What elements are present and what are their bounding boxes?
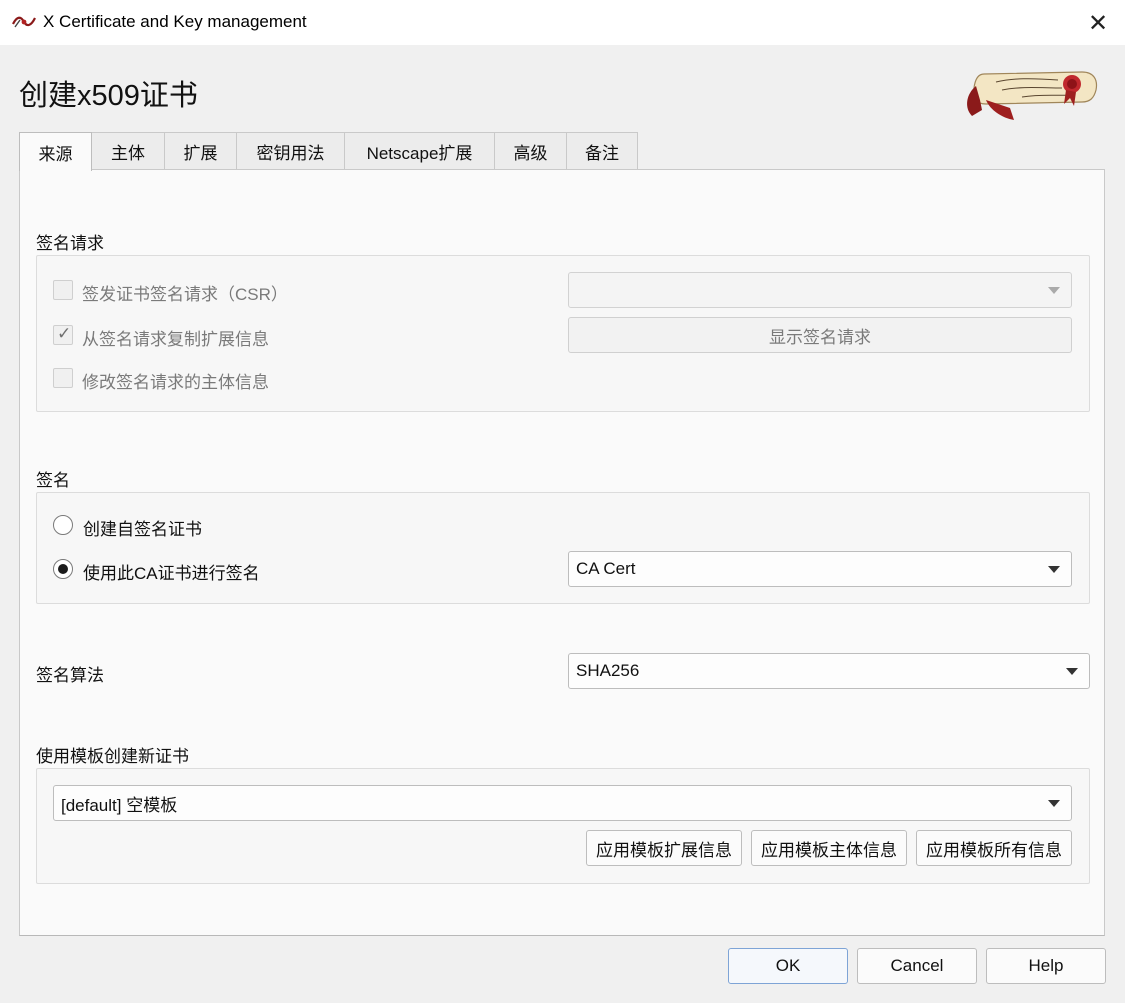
tab-advanced[interactable]: 高级 xyxy=(494,132,567,170)
sign-csr-label: 签发证书签名请求（CSR） xyxy=(82,285,288,304)
signing-group xyxy=(36,492,1090,604)
template-heading: 使用模板创建新证书 xyxy=(36,747,189,766)
apply-subject-button[interactable]: 应用模板主体信息 xyxy=(751,830,907,866)
chevron-down-icon xyxy=(1048,287,1060,294)
tab-bar: 来源 主体 扩展 密钥用法 Netscape扩展 高级 备注 xyxy=(19,132,638,171)
tab-subject[interactable]: 主体 xyxy=(91,132,165,170)
apply-extensions-button[interactable]: 应用模板扩展信息 xyxy=(586,830,742,866)
signing-request-heading: 签名请求 xyxy=(36,234,104,253)
tab-source[interactable]: 来源 xyxy=(19,132,92,171)
tab-extensions[interactable]: 扩展 xyxy=(164,132,237,170)
template-select[interactable]: [default] 空模板 xyxy=(53,785,1072,821)
help-button[interactable]: Help xyxy=(986,948,1106,984)
cancel-button[interactable]: Cancel xyxy=(857,948,977,984)
copy-extensions-label: 从签名请求复制扩展信息 xyxy=(82,330,269,349)
modify-subject-checkbox[interactable] xyxy=(53,368,73,388)
signature-algorithm-select[interactable]: SHA256 xyxy=(568,653,1090,689)
self-signed-radio[interactable] xyxy=(53,515,73,535)
ca-cert-select[interactable]: CA Cert xyxy=(568,551,1072,587)
radio-selected-dot xyxy=(58,564,68,574)
signature-algorithm-value: SHA256 xyxy=(576,661,640,680)
modify-subject-label: 修改签名请求的主体信息 xyxy=(82,373,269,392)
use-ca-radio[interactable] xyxy=(53,559,73,579)
tab-key-usage[interactable]: 密钥用法 xyxy=(236,132,345,170)
tab-netscape-extensions[interactable]: Netscape扩展 xyxy=(344,132,495,170)
signature-algorithm-label: 签名算法 xyxy=(36,666,104,685)
tab-comment[interactable]: 备注 xyxy=(566,132,638,170)
self-signed-label: 创建自签名证书 xyxy=(83,520,202,539)
app-logo-icon xyxy=(12,16,36,28)
apply-all-button[interactable]: 应用模板所有信息 xyxy=(916,830,1072,866)
copy-extensions-checkbox[interactable]: ✓ xyxy=(53,324,73,345)
ok-button[interactable]: OK xyxy=(728,948,848,984)
close-icon[interactable]: ✕ xyxy=(1078,6,1118,40)
title-bar: X Certificate and Key management ✕ xyxy=(0,0,1125,45)
csr-select[interactable] xyxy=(568,272,1072,308)
chevron-down-icon xyxy=(1048,566,1060,573)
sign-csr-checkbox[interactable] xyxy=(53,280,73,300)
checkmark-icon: ✓ xyxy=(57,324,72,343)
window-title: X Certificate and Key management xyxy=(43,12,307,31)
use-ca-label: 使用此CA证书进行签名 xyxy=(83,564,260,583)
chevron-down-icon xyxy=(1066,668,1078,675)
ca-cert-select-value: CA Cert xyxy=(576,559,636,578)
dialog-title: 创建x509证书 xyxy=(19,80,198,112)
signing-heading: 签名 xyxy=(36,471,70,490)
scroll-seal-logo-icon xyxy=(967,71,1098,120)
template-select-value: [default] 空模板 xyxy=(61,795,178,815)
show-request-button[interactable]: 显示签名请求 xyxy=(568,317,1072,353)
chevron-down-icon xyxy=(1048,800,1060,807)
